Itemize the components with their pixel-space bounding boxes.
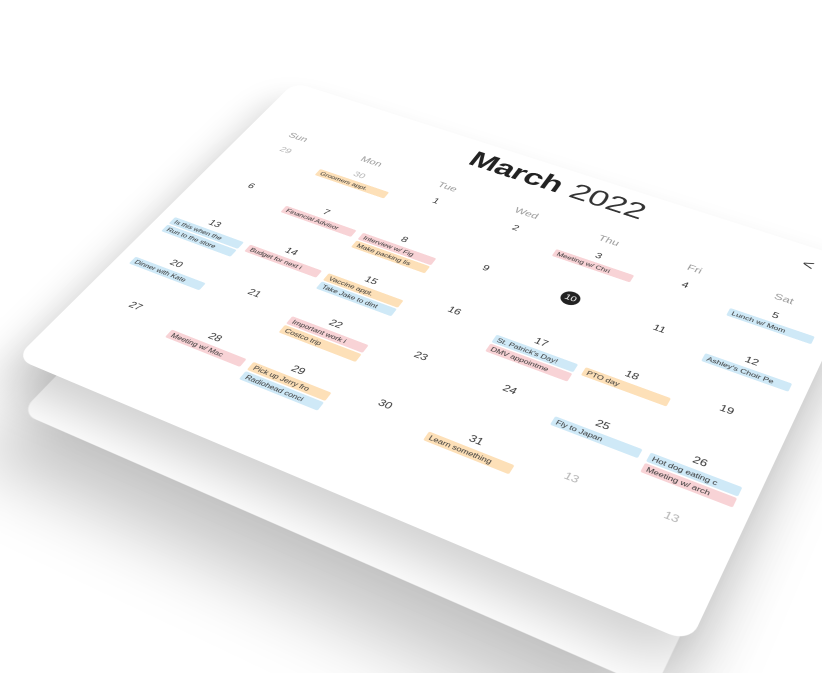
day-number-text: 31 [466,432,487,448]
month-navigation: < > [799,257,822,283]
day-number-text: 24 [500,382,520,397]
day-number-text: 12 [742,354,761,368]
day-number-text: 25 [593,417,613,433]
day-number-text: 19 [717,402,737,417]
day-number-text: 13 [661,508,682,526]
day-number-text: 7 [320,207,333,217]
day-number-text: 4 [679,279,691,291]
day-number-text: 22 [326,317,346,331]
calendar-stage: March 2022 < > SunMonTueWedThuFriSat 293… [0,0,822,643]
day-number-text: 23 [411,349,431,363]
day-number-text: 3 [593,250,605,261]
day-number-text: 29 [277,145,295,156]
day-number-text: 2 [510,223,522,233]
day-number-text: 21 [245,286,264,300]
day-number-text: 5 [770,309,781,321]
day-number-text: 14 [282,245,301,258]
day-number-text: 13 [561,469,582,486]
day-number-text: 9 [480,262,492,274]
day-number-text: 15 [362,274,381,287]
day-number-text: 30 [375,396,396,412]
day-number-text: 29 [288,363,309,377]
day-number-text: 26 [690,453,710,470]
year-label: 2022 [563,179,652,225]
day-number-text: 28 [205,330,225,344]
day-number-text: 1 [430,196,442,206]
day-number-text: 27 [126,299,146,313]
day-number-text: 17 [532,335,551,349]
prev-month-button[interactable]: < [799,257,816,274]
day-number-text: 30 [351,169,368,181]
day-number-text: 6 [245,181,258,191]
day-number-text: 16 [445,304,464,318]
day-number-text: 18 [622,368,642,383]
day-number-text: 11 [650,322,668,336]
month-label: March [463,147,569,198]
day-number-text: 20 [167,257,186,270]
calendar-grid: 29 30 Groomers appt. 1 2 3 Meeting w/ Chri 4 5 Lu… [59,134,822,591]
day-number-text: 8 [398,234,411,245]
day-number-text: 13 [206,217,224,230]
